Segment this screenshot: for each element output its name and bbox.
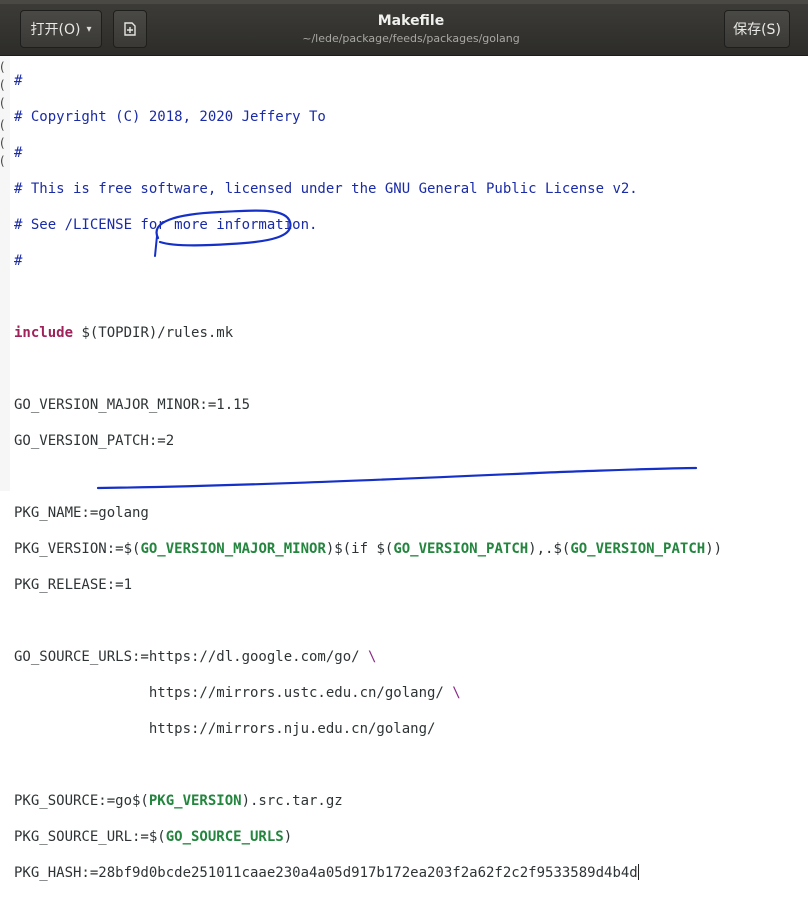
code-line: GO_SOURCE_URLS:=https://dl.google.com/go… bbox=[14, 648, 804, 666]
code-text: $(TOPDIR)/rules.mk bbox=[73, 325, 234, 341]
text-editor[interactable]: # # Copyright (C) 2018, 2020 Jeffery To … bbox=[14, 54, 804, 900]
open-button[interactable]: 打开(O) ▾ bbox=[20, 10, 102, 48]
code-line: GO_VERSION_MAJOR_MINOR:=1.15 bbox=[14, 397, 251, 413]
variable-ref: GO_VERSION_PATCH bbox=[393, 541, 529, 557]
window-title: Makefile bbox=[377, 13, 445, 29]
save-button[interactable]: 保存(S) bbox=[724, 10, 790, 48]
line-continuation: \ bbox=[368, 649, 377, 665]
gutter-mark: ( bbox=[0, 60, 5, 74]
gutter-mark: ( bbox=[0, 78, 5, 92]
gutter-mark: ( bbox=[0, 136, 5, 150]
gutter-mark: ( bbox=[0, 118, 5, 132]
editor-gutter: ( ( ( ( ( ( bbox=[0, 56, 10, 491]
code-text: ),.$( bbox=[528, 541, 571, 557]
code-line: PKG_RELEASE:=1 bbox=[14, 577, 133, 593]
code-line: # bbox=[14, 253, 23, 269]
code-text: GO_SOURCE_URLS:=https://dl.google.com/go… bbox=[14, 649, 369, 665]
save-button-label: 保存(S) bbox=[733, 22, 781, 38]
code-text: PKG_VERSION:=$( bbox=[14, 541, 141, 557]
code-line: GO_VERSION_PATCH:=2 bbox=[14, 433, 175, 449]
code-line: # bbox=[14, 73, 23, 89]
code-text: )) bbox=[705, 541, 723, 557]
code-text: https://mirrors.ustc.edu.cn/golang/ bbox=[14, 685, 453, 701]
code-line: https://mirrors.ustc.edu.cn/golang/ \ bbox=[14, 684, 804, 702]
window-title-area: Makefile ~/lede/package/feeds/packages/g… bbox=[300, 12, 522, 46]
gutter-mark: ( bbox=[0, 96, 5, 110]
code-line: PKG_SOURCE:=go$(PKG_VERSION).src.tar.gz bbox=[14, 792, 804, 810]
code-line: include $(TOPDIR)/rules.mk bbox=[14, 324, 804, 342]
window-top-strip bbox=[0, 0, 808, 4]
code-text: )$(if $( bbox=[325, 541, 394, 557]
code-text: PKG_SOURCE_URL:=$( bbox=[14, 829, 166, 845]
code-line: PKG_HASH:=28bf9d0bcde251011caae230a4a05d… bbox=[14, 864, 804, 882]
code-text: ).src.tar.gz bbox=[241, 793, 343, 809]
code-line: # See /LICENSE for more information. bbox=[14, 217, 318, 233]
gutter-mark: ( bbox=[0, 154, 5, 168]
code-line: PKG_SOURCE_URL:=$(GO_SOURCE_URLS) bbox=[14, 828, 804, 846]
variable-ref: GO_VERSION_MAJOR_MINOR bbox=[140, 541, 326, 557]
code-line: PKG_NAME:=golang bbox=[14, 505, 149, 521]
code-line: https://mirrors.nju.edu.cn/golang/ bbox=[14, 721, 436, 737]
variable-ref: GO_VERSION_PATCH bbox=[570, 541, 706, 557]
text-cursor bbox=[637, 864, 639, 880]
variable-ref: GO_SOURCE_URLS bbox=[165, 829, 284, 845]
chevron-down-icon: ▾ bbox=[86, 23, 92, 35]
code-line: # Copyright (C) 2018, 2020 Jeffery To bbox=[14, 109, 326, 125]
header-bar: 打开(O) ▾ Makefile ~/lede/package/feeds/pa… bbox=[0, 0, 808, 56]
code-line: # bbox=[14, 145, 23, 161]
code-line: PKG_VERSION:=$(GO_VERSION_MAJOR_MINOR)$(… bbox=[14, 540, 804, 558]
keyword-include: include bbox=[14, 325, 74, 341]
open-button-label: 打开(O) bbox=[30, 22, 81, 38]
code-text: ) bbox=[283, 829, 293, 845]
line-continuation: \ bbox=[452, 685, 461, 701]
new-document-icon bbox=[122, 21, 138, 37]
new-document-button[interactable] bbox=[113, 10, 147, 48]
code-text: PKG_SOURCE:=go$( bbox=[14, 793, 149, 809]
file-path: ~/lede/package/feeds/packages/golang bbox=[302, 32, 520, 45]
code-line: # This is free software, licensed under … bbox=[14, 181, 638, 197]
code-text: PKG_HASH:=28bf9d0bcde251011caae230a4a05d… bbox=[14, 865, 638, 881]
variable-ref: PKG_VERSION bbox=[148, 793, 242, 809]
